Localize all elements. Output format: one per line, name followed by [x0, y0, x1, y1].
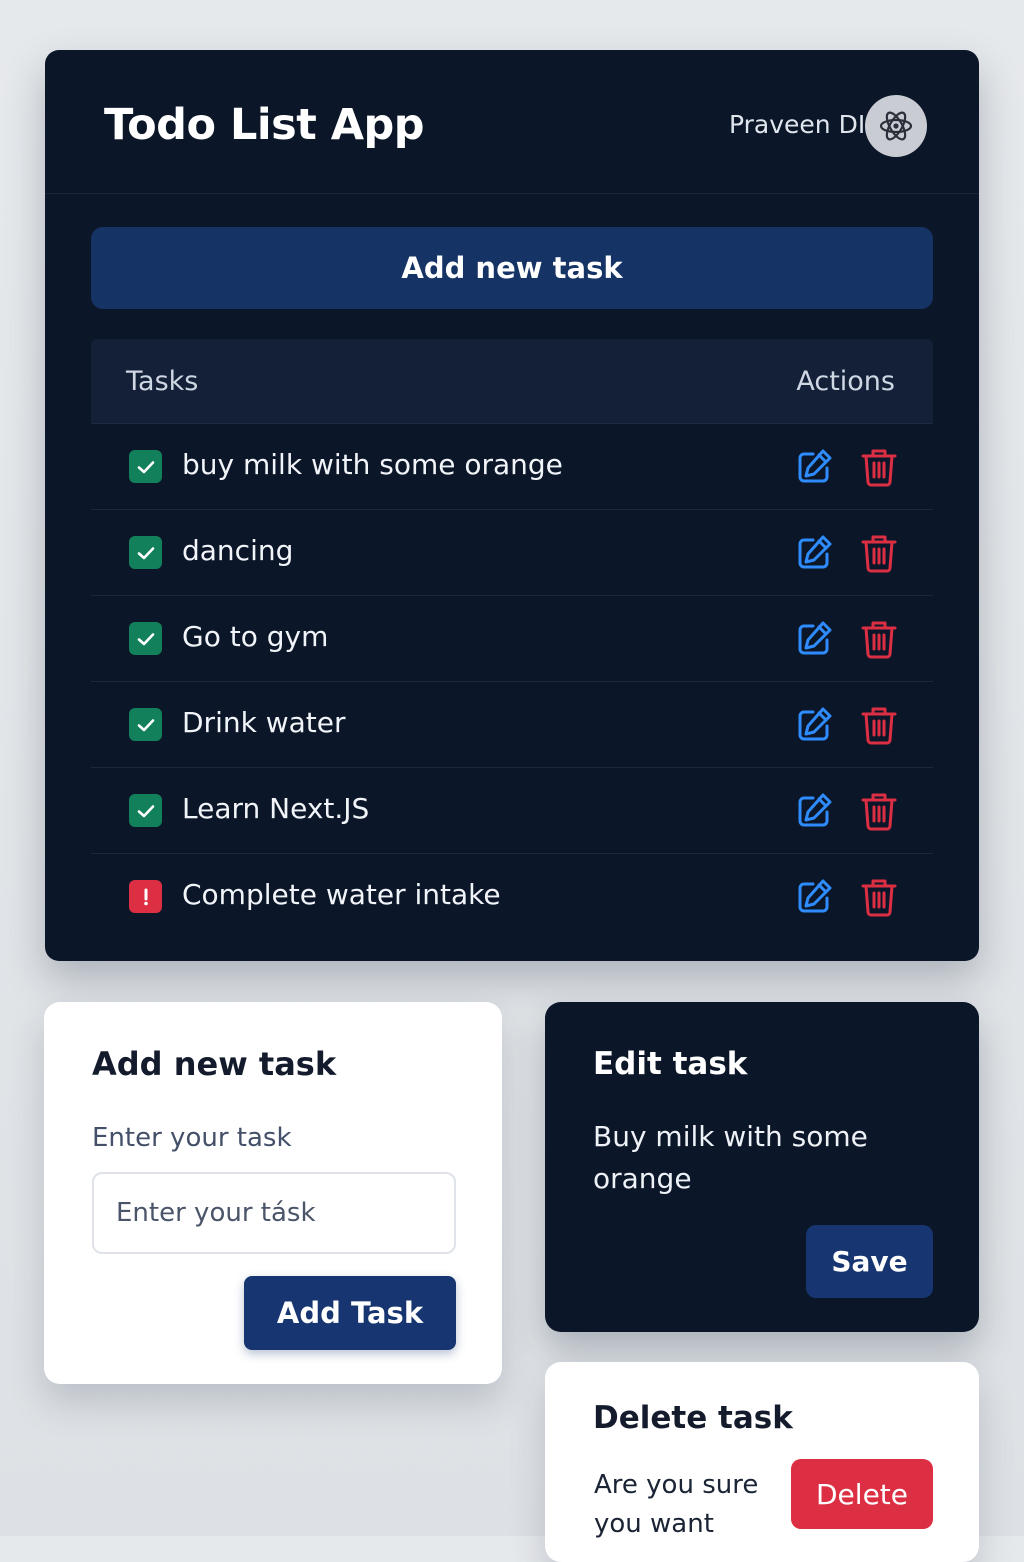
task-checkbox[interactable]	[129, 536, 162, 569]
task-input-label: Enter your task	[92, 1123, 292, 1153]
add-task-button[interactable]: Add Task	[244, 1276, 456, 1350]
edit-button[interactable]	[793, 876, 835, 918]
trash-icon	[861, 449, 897, 487]
edit-task-text[interactable]: Buy milk with some orange	[593, 1116, 933, 1200]
edit-button[interactable]	[793, 532, 835, 574]
task-text: Complete water intake	[182, 878, 501, 911]
delete-button[interactable]	[858, 876, 900, 918]
table-row: Go to gym	[91, 596, 933, 682]
table-row: Learn Next.JS	[91, 768, 933, 854]
delete-button[interactable]	[858, 790, 900, 832]
task-checkbox[interactable]	[129, 708, 162, 741]
task-text: Learn Next.JS	[182, 792, 370, 825]
delete-task-panel: Delete task Are you sure you want Delete	[545, 1362, 979, 1562]
edit-icon	[798, 707, 832, 741]
task-text: buy milk with some orange	[182, 448, 563, 481]
todo-card: Todo List App Praveen DI Add new task Ta…	[45, 50, 979, 961]
table-row: Complete water intake	[91, 854, 933, 939]
task-checkbox[interactable]	[129, 794, 162, 827]
task-text: Drink water	[182, 706, 346, 739]
checkmark-icon	[137, 804, 154, 817]
delete-button[interactable]	[858, 704, 900, 746]
exclamation-icon	[143, 888, 148, 905]
task-text: dancing	[182, 534, 294, 567]
edit-button[interactable]	[793, 618, 835, 660]
task-text: Go to gym	[182, 620, 329, 653]
checkmark-icon	[137, 718, 154, 731]
task-status-alert[interactable]	[129, 880, 162, 913]
edit-button[interactable]	[793, 790, 835, 832]
column-header-tasks: Tasks	[126, 366, 199, 397]
checkmark-icon	[137, 632, 154, 645]
user-name: Praveen DI	[729, 110, 866, 139]
edit-button[interactable]	[793, 704, 835, 746]
edit-icon	[798, 621, 832, 655]
trash-icon	[861, 879, 897, 917]
tasks-table: Tasks Actions buy milk with some orange …	[91, 339, 933, 939]
edit-panel-title: Edit task	[593, 1046, 748, 1082]
task-input[interactable]	[92, 1172, 456, 1254]
add-new-task-button[interactable]: Add new task	[91, 227, 933, 309]
trash-icon	[861, 535, 897, 573]
add-panel-title: Add new task	[92, 1045, 337, 1083]
app-header: Todo List App Praveen DI	[45, 50, 979, 194]
delete-panel-title: Delete task	[593, 1400, 793, 1436]
avatar[interactable]	[865, 95, 927, 157]
app-title: Todo List App	[104, 100, 425, 150]
checkmark-icon	[137, 460, 154, 473]
edit-icon	[798, 449, 832, 483]
trash-icon	[861, 793, 897, 831]
delete-button[interactable]	[858, 532, 900, 574]
task-checkbox[interactable]	[129, 450, 162, 483]
table-row: buy milk with some orange	[91, 424, 933, 510]
edit-icon	[798, 535, 832, 569]
column-header-actions: Actions	[796, 366, 895, 397]
edit-task-panel: Edit task Buy milk with some orange Save	[545, 1002, 979, 1332]
trash-icon	[861, 621, 897, 659]
atom-icon	[879, 111, 913, 141]
task-checkbox[interactable]	[129, 622, 162, 655]
trash-icon	[861, 707, 897, 745]
edit-button[interactable]	[793, 446, 835, 488]
save-button[interactable]: Save	[806, 1225, 933, 1298]
confirm-delete-button[interactable]: Delete	[791, 1459, 933, 1529]
delete-button[interactable]	[858, 618, 900, 660]
table-row: Drink water	[91, 682, 933, 768]
delete-confirm-message: Are you sure you want	[594, 1470, 759, 1539]
add-task-panel: Add new task Enter your task Add Task	[44, 1002, 502, 1384]
edit-icon	[798, 793, 832, 827]
delete-button[interactable]	[858, 446, 900, 488]
table-row: dancing	[91, 510, 933, 596]
checkmark-icon	[137, 546, 154, 559]
table-header: Tasks Actions	[91, 339, 933, 424]
edit-icon	[798, 879, 832, 913]
